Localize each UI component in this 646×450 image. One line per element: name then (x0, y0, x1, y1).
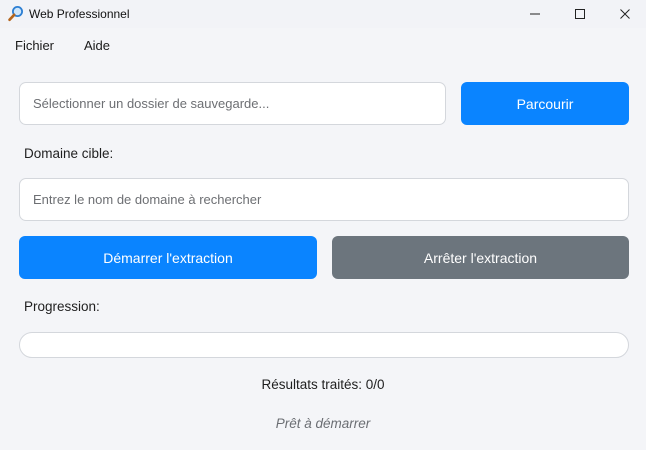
magnifier-icon (7, 5, 25, 23)
minimize-button[interactable] (512, 0, 558, 28)
start-extraction-button[interactable]: Démarrer l'extraction (19, 236, 317, 279)
domain-input[interactable]: Entrez le nom de domaine à rechercher (19, 178, 629, 221)
progress-bar (19, 332, 629, 358)
results-counter: Résultats traités: 0/0 (261, 377, 385, 392)
menu-aide[interactable]: Aide (84, 38, 110, 53)
maximize-button[interactable] (557, 0, 603, 28)
menu-fichier[interactable]: Fichier (15, 38, 54, 53)
domain-label: Domaine cible: (24, 146, 114, 161)
stop-extraction-button[interactable]: Arrêter l'extraction (332, 236, 629, 279)
browse-button[interactable]: Parcourir (461, 82, 629, 125)
title-bar: Web Professionnel (0, 0, 646, 28)
folder-input-placeholder: Sélectionner un dossier de sauvegarde... (33, 96, 270, 111)
folder-input[interactable]: Sélectionner un dossier de sauvegarde... (19, 82, 446, 125)
status-text: Prêt à démarrer (275, 416, 371, 431)
close-button[interactable] (602, 0, 646, 28)
menu-bar: Fichier Aide (0, 30, 646, 60)
window-title: Web Professionnel (29, 7, 130, 21)
progress-label: Progression: (24, 299, 100, 314)
domain-input-placeholder: Entrez le nom de domaine à rechercher (33, 192, 262, 207)
